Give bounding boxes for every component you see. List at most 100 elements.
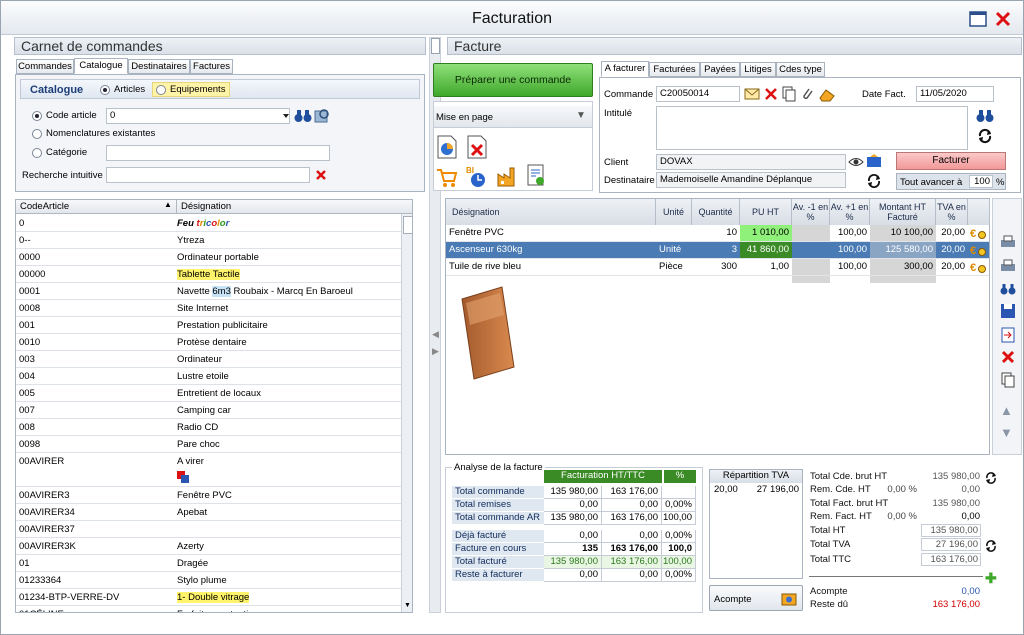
- card-icon[interactable]: [866, 153, 882, 172]
- nomenclatures-radio[interactable]: [32, 129, 42, 139]
- move-down-icon[interactable]: ▼: [1000, 425, 1013, 440]
- copy-icon[interactable]: [1001, 372, 1015, 391]
- list-item[interactable]: 00AVIRER3K Azerty: [16, 538, 412, 555]
- list-item[interactable]: 00AVIRER3 Fenêtre PVC: [16, 487, 412, 504]
- list-item[interactable]: 0010 Protèse dentaire: [16, 334, 412, 351]
- col-designation[interactable]: Désignation: [181, 201, 231, 212]
- binoculars-icon[interactable]: [294, 108, 312, 127]
- attach-icon[interactable]: [800, 86, 814, 105]
- client-input[interactable]: DOVAX: [656, 154, 846, 170]
- grid-cell-av_p1[interactable]: 100,00: [830, 259, 870, 275]
- col-tva[interactable]: TVA en %: [936, 199, 968, 225]
- chart-doc-icon[interactable]: [436, 135, 458, 162]
- grid-cell-tva[interactable]: 20,00: [936, 242, 968, 258]
- intitule-input[interactable]: [656, 106, 968, 150]
- categorie-select[interactable]: [106, 145, 330, 161]
- grid-cell-unite[interactable]: [656, 225, 692, 241]
- tab-factures[interactable]: Factures: [190, 59, 233, 74]
- grid-cell-unite[interactable]: Pièce: [656, 259, 692, 275]
- grid-cell-av_p1[interactable]: 100,00: [830, 242, 870, 258]
- eye-icon[interactable]: [848, 155, 864, 172]
- delete-doc-icon[interactable]: [466, 135, 488, 162]
- refresh-icon[interactable]: [977, 128, 993, 147]
- chevron-down-icon[interactable]: [280, 112, 290, 122]
- list-item[interactable]: 0001 Navette 6m3 Roubaix - Marcq En Baroe…: [16, 283, 412, 300]
- move-up-icon[interactable]: ▲: [1000, 403, 1013, 418]
- destinataire-input[interactable]: Mademoiselle Amandine Déplanque: [656, 172, 846, 188]
- refresh-icon[interactable]: [984, 539, 998, 556]
- facturer-button[interactable]: Facturer: [896, 152, 1006, 170]
- euro-icon[interactable]: €: [969, 260, 987, 277]
- prepare-commande-button[interactable]: Préparer une commande: [433, 63, 593, 97]
- maximize-icon[interactable]: [969, 11, 987, 27]
- categorie-radio[interactable]: [32, 148, 42, 158]
- mise-en-page-select[interactable]: Mise en page ▼: [434, 106, 592, 128]
- list-item[interactable]: 004 Lustre etoile: [16, 368, 412, 385]
- splitter-right-arrow-icon[interactable]: ▶: [432, 346, 439, 357]
- euro-icon[interactable]: €: [969, 226, 987, 243]
- grid-cell-pu[interactable]: 41 860,00: [740, 242, 792, 258]
- list-item[interactable]: 0 Feu tricolor: [16, 215, 412, 232]
- printer-icon[interactable]: [1000, 235, 1016, 252]
- collapse-icon[interactable]: [431, 38, 440, 54]
- advanced-search-icon[interactable]: [314, 108, 330, 127]
- list-item[interactable]: 01CÉLINE Forfait manutention: [16, 606, 412, 612]
- clear-icon[interactable]: [315, 169, 327, 184]
- grid-cell-quantite[interactable]: 3: [692, 242, 740, 258]
- factory-icon[interactable]: [496, 164, 520, 191]
- euro-icon[interactable]: €: [969, 243, 987, 260]
- recherche-input[interactable]: [106, 167, 310, 183]
- refresh-icon[interactable]: [866, 173, 882, 192]
- date-fact-input[interactable]: 11/05/2020: [916, 86, 994, 102]
- grid-cell-pu[interactable]: 1 010,00: [740, 225, 792, 241]
- scroll-down-icon[interactable]: ▼: [404, 602, 411, 609]
- binoculars-icon[interactable]: [976, 108, 994, 127]
- code-article-input[interactable]: 0: [106, 108, 290, 124]
- scroll-thumb[interactable]: [403, 216, 412, 234]
- col-av-p1[interactable]: Av. +1 en %: [830, 199, 870, 225]
- copy-icon[interactable]: [782, 86, 796, 105]
- grid-cell-pu[interactable]: 1,00: [740, 259, 792, 275]
- list-item[interactable]: 005 Entretient de locaux: [16, 385, 412, 402]
- tab-payees[interactable]: Payées: [700, 62, 740, 77]
- col-montant[interactable]: Montant HT Facturé: [870, 199, 936, 225]
- list-item[interactable]: 0000 Ordinateur portable: [16, 249, 412, 266]
- mail-icon[interactable]: [744, 86, 760, 105]
- commande-select[interactable]: C20050014: [656, 86, 740, 102]
- grid-cell-unite[interactable]: Unité: [656, 242, 692, 258]
- col-codearticle[interactable]: CodeArticle: [20, 201, 69, 212]
- list-item[interactable]: 0008 Site Internet: [16, 300, 412, 317]
- grid-cell-montant[interactable]: 10 100,00: [870, 225, 936, 241]
- list-item[interactable]: 01233364 Stylo plume: [16, 572, 412, 589]
- tab-facturees[interactable]: Facturées: [649, 62, 700, 77]
- save-icon[interactable]: [1000, 303, 1016, 322]
- list-item[interactable]: 00AVIRER A virer: [16, 453, 412, 487]
- splitter-left-arrow-icon[interactable]: ◀: [432, 329, 439, 340]
- list-item[interactable]: 00000 Tablette Tactile: [16, 266, 412, 283]
- col-quantite[interactable]: Quantité: [692, 199, 740, 225]
- delete-icon[interactable]: [1001, 350, 1015, 367]
- grid-row[interactable]: Ascenseur 630kg Unité 3 41 860,00 100,00 125 …: [446, 242, 989, 259]
- list-item[interactable]: 007 Camping car: [16, 402, 412, 419]
- articles-radio[interactable]: [100, 85, 110, 95]
- tab-catalogue[interactable]: Catalogue: [74, 58, 128, 74]
- close-icon[interactable]: [995, 11, 1013, 27]
- list-item[interactable]: 0-- Ytreza: [16, 232, 412, 249]
- list-item[interactable]: 008 Radio CD: [16, 419, 412, 436]
- grid-cell-av_p1[interactable]: 100,00: [830, 225, 870, 241]
- grid-row[interactable]: Fenêtre PVC 10 1 010,00 100,00 10 100,00 20,0…: [446, 225, 989, 242]
- tab-commandes[interactable]: Commandes: [16, 59, 74, 74]
- tab-a-facturer[interactable]: A facturer: [601, 61, 649, 77]
- list-item[interactable]: 003 Ordinateur: [16, 351, 412, 368]
- grid-row[interactable]: Tuile de rive bleu Pièce 300 1,00 100,00 300,…: [446, 259, 989, 276]
- grid-cell-tva[interactable]: 20,00: [936, 225, 968, 241]
- doc-view-icon[interactable]: [526, 164, 548, 191]
- add-icon[interactable]: ✚: [985, 570, 997, 587]
- printer-list-icon[interactable]: [1000, 259, 1016, 276]
- grid-cell-quantite[interactable]: 300: [692, 259, 740, 275]
- tab-destinataires[interactable]: Destinataires: [128, 59, 190, 74]
- col-unite[interactable]: Unité: [656, 199, 692, 225]
- delete-icon[interactable]: [764, 87, 778, 104]
- grid-cell-designation[interactable]: Fenêtre PVC: [446, 225, 656, 241]
- col-pu-ht[interactable]: PU HT: [740, 199, 792, 225]
